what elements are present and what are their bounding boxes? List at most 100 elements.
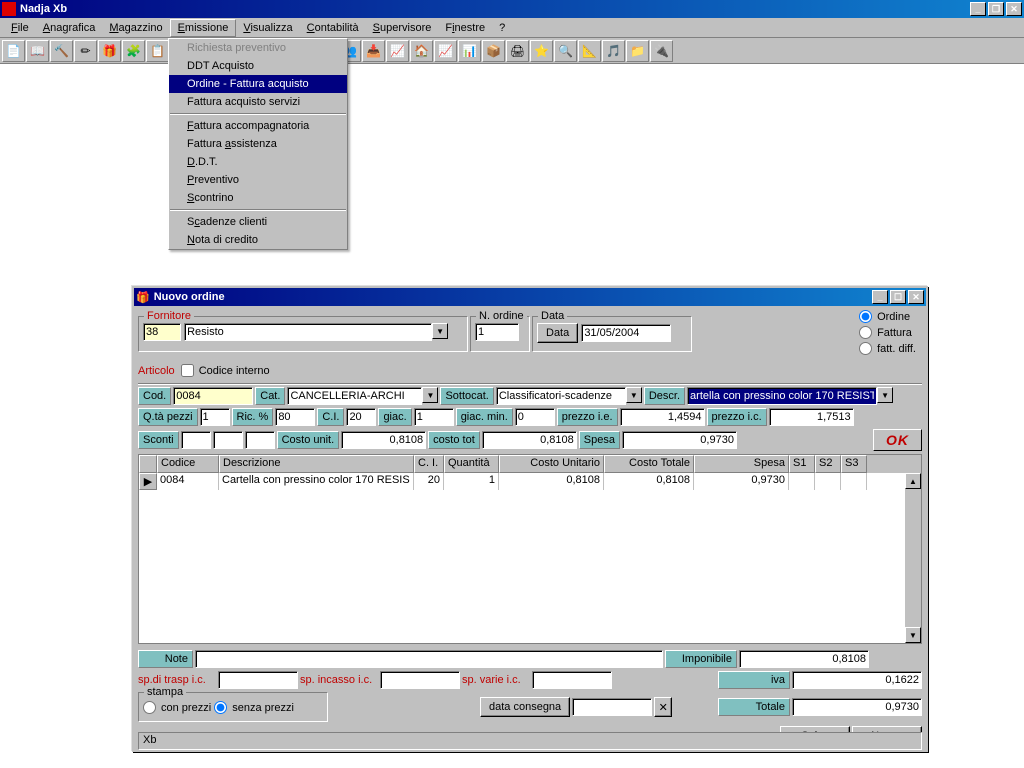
tb-7[interactable]: 📋	[146, 40, 169, 62]
restore-button[interactable]: ❐	[988, 2, 1004, 16]
menu-help[interactable]: ?	[492, 20, 512, 36]
tb-18[interactable]: 🏠	[410, 40, 433, 62]
tb-16[interactable]: 📥	[362, 40, 385, 62]
mi-nota-credito[interactable]: Nota di credito	[169, 231, 347, 249]
scroll-down[interactable]: ▼	[905, 627, 921, 643]
gh-s1[interactable]: S1	[789, 455, 815, 473]
mi-preventivo[interactable]: Preventivo	[169, 171, 347, 189]
spesa-input[interactable]	[622, 431, 737, 449]
data-button[interactable]: Data	[537, 323, 578, 343]
ric-input[interactable]	[275, 408, 315, 426]
tb-6[interactable]: 🧩	[122, 40, 145, 62]
sconti1-input[interactable]	[181, 431, 211, 449]
gh-qta[interactable]: Quantità	[444, 455, 499, 473]
gh-descr[interactable]: Descrizione	[219, 455, 414, 473]
menu-visualizza[interactable]: Visualizza	[236, 20, 299, 36]
sottocat-input[interactable]	[496, 387, 626, 405]
data-consegna-input[interactable]	[572, 698, 652, 716]
tb-25[interactable]: 📐	[578, 40, 601, 62]
gh-ci[interactable]: C. I.	[414, 455, 444, 473]
clear-date-btn[interactable]: ✕	[654, 697, 672, 717]
mi-scontrino[interactable]: Scontrino	[169, 189, 347, 207]
tb-28[interactable]: 🔌	[650, 40, 673, 62]
tb-19[interactable]: 📈	[434, 40, 457, 62]
prezzoie-input[interactable]	[620, 408, 705, 426]
fornitore-dropdown[interactable]: ▼	[432, 323, 448, 339]
mi-fattura-servizi[interactable]: Fattura acquisto servizi	[169, 93, 347, 111]
mi-ddt[interactable]: D.D.T.	[169, 153, 347, 171]
cat-dd[interactable]: ▼	[422, 387, 438, 403]
radio-ordine[interactable]: Ordine	[859, 310, 910, 323]
descr-input[interactable]	[687, 387, 877, 405]
costounit-input[interactable]	[341, 431, 426, 449]
menu-contabilita[interactable]: Contabilità	[300, 20, 366, 36]
scroll-up[interactable]: ▲	[905, 473, 921, 489]
data-input[interactable]	[581, 324, 671, 342]
prezzoic-input[interactable]	[769, 408, 854, 426]
child-close[interactable]: ✕	[908, 290, 924, 304]
row-selector[interactable]: ▶	[139, 473, 157, 490]
ci-input[interactable]	[346, 408, 376, 426]
tb-20[interactable]: 📊	[458, 40, 481, 62]
grid-row[interactable]: ▶ 0084 Cartella con pressino color 170 R…	[139, 473, 921, 490]
cod-input[interactable]	[173, 387, 253, 405]
sottocat-dd[interactable]: ▼	[626, 387, 642, 403]
spinc-input[interactable]	[380, 671, 460, 689]
mi-ddt-acquisto[interactable]: DDT Acquisto	[169, 57, 347, 75]
menu-file[interactable]: File	[4, 20, 36, 36]
tb-4[interactable]: ✏	[74, 40, 97, 62]
tb-26[interactable]: 🎵	[602, 40, 625, 62]
close-button[interactable]: ✕	[1006, 2, 1022, 16]
mi-fattura-assist[interactable]: Fattura assistenza	[169, 135, 347, 153]
menu-supervisore[interactable]: Supervisore	[366, 20, 439, 36]
gh-cu[interactable]: Costo Unitario	[499, 455, 604, 473]
menu-magazzino[interactable]: Magazzino	[102, 20, 169, 36]
mi-fattura-accomp[interactable]: Fattura accompagnatoria	[169, 117, 347, 135]
gh-s3[interactable]: S3	[841, 455, 867, 473]
tb-24[interactable]: 🔍	[554, 40, 577, 62]
nordine-input[interactable]	[475, 323, 519, 341]
imponibile-input[interactable]	[739, 650, 869, 668]
gh-spesa[interactable]: Spesa	[694, 455, 789, 473]
giacmin-input[interactable]	[515, 408, 555, 426]
tb-23[interactable]: ⭐	[530, 40, 553, 62]
tb-5[interactable]: 🎁	[98, 40, 121, 62]
descr-dd[interactable]: ▼	[877, 387, 893, 403]
mi-scadenze[interactable]: Scadenze clienti	[169, 213, 347, 231]
radio-fattura[interactable]: Fattura	[859, 326, 912, 339]
tb-2[interactable]: 📖	[26, 40, 49, 62]
tb-3[interactable]: 🔨	[50, 40, 73, 62]
gh-ct[interactable]: Costo Totale	[604, 455, 694, 473]
tb-27[interactable]: 📁	[626, 40, 649, 62]
radio-senza-prezzi[interactable]: senza prezzi	[214, 701, 294, 714]
spvarie-input[interactable]	[532, 671, 612, 689]
gh-s2[interactable]: S2	[815, 455, 841, 473]
menu-emissione[interactable]: Emissione	[170, 19, 237, 37]
gh-codice[interactable]: Codice	[157, 455, 219, 473]
qta-input[interactable]	[200, 408, 230, 426]
codice-interno-checkbox[interactable]	[181, 364, 194, 377]
ok-button[interactable]: OK	[873, 429, 922, 451]
child-maximize[interactable]: ☐	[890, 290, 906, 304]
fornitore-id-input[interactable]	[143, 323, 181, 341]
mi-ordine-fattura[interactable]: Ordine - Fattura acquisto	[169, 75, 347, 93]
menu-finestre[interactable]: Finestre	[438, 20, 492, 36]
note-input[interactable]	[195, 650, 663, 668]
totale-input[interactable]	[792, 698, 922, 716]
iva-input[interactable]	[792, 671, 922, 689]
grid-scrollbar[interactable]: ▲ ▼	[905, 473, 921, 643]
tb-21[interactable]: 📦	[482, 40, 505, 62]
radio-fatt-diff[interactable]: fatt. diff.	[859, 342, 916, 355]
tb-22[interactable]: 🖨	[506, 40, 529, 62]
minimize-button[interactable]: _	[970, 2, 986, 16]
child-titlebar[interactable]: 🎁 Nuovo ordine _ ☐ ✕	[134, 288, 926, 306]
child-minimize[interactable]: _	[872, 290, 888, 304]
radio-con-prezzi[interactable]: con prezzi	[143, 701, 211, 714]
giac-input[interactable]	[414, 408, 454, 426]
sptrasp-input[interactable]	[218, 671, 298, 689]
sconti3-input[interactable]	[245, 431, 275, 449]
tb-1[interactable]: 📄	[2, 40, 25, 62]
sconti2-input[interactable]	[213, 431, 243, 449]
cat-input[interactable]	[287, 387, 422, 405]
fornitore-name-input[interactable]	[184, 323, 432, 341]
